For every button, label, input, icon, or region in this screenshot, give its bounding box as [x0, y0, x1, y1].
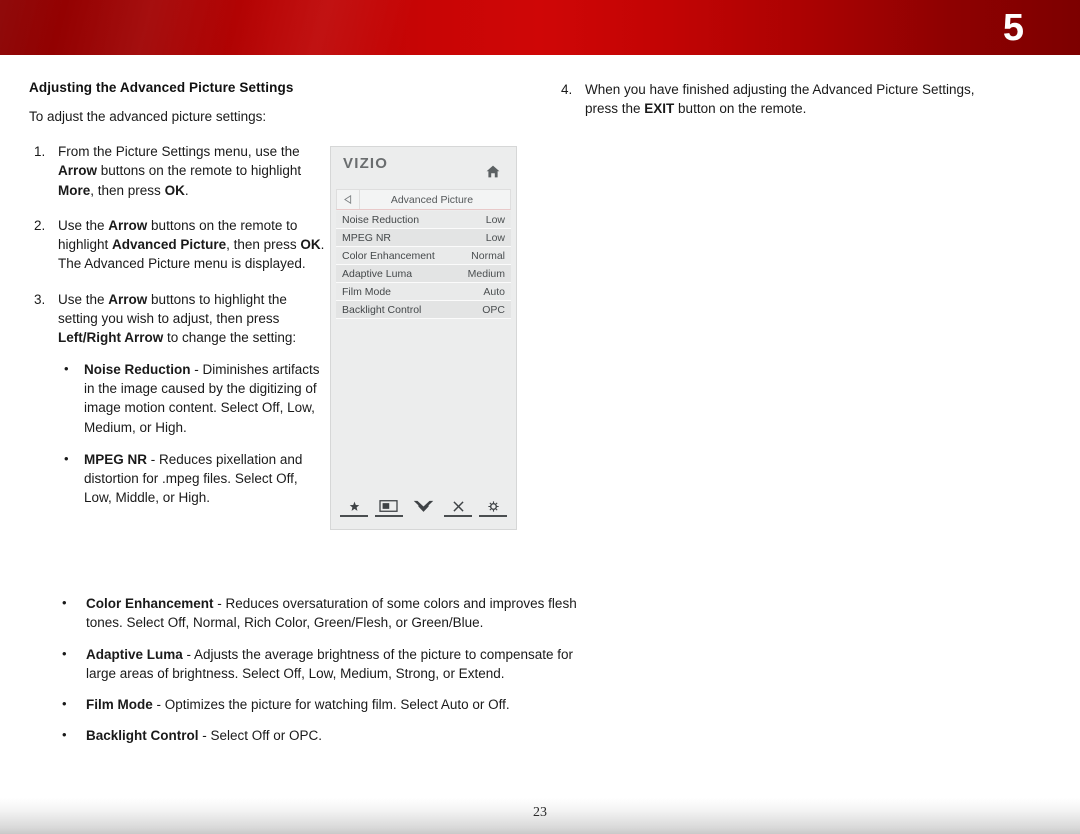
chapter-header-banner: 5 [0, 0, 1080, 55]
step-text: Use the Arrow buttons on the remote to h… [58, 218, 324, 272]
osd-row-label: Adaptive Luma [342, 267, 413, 280]
osd-row-color-enhancement[interactable]: Color Enhancement Normal [336, 247, 511, 265]
body-text: From the Picture Settings menu, use the [58, 144, 300, 159]
emphasis-text: Left/Right Arrow [58, 330, 164, 346]
emphasis-text: More [58, 182, 91, 198]
step-item: 4. When you have finished adjusting the … [556, 80, 1006, 119]
osd-row-film-mode[interactable]: Film Mode Auto [336, 283, 511, 301]
setting-bullet-list-wide: Color Enhancement - Reduces oversaturati… [55, 593, 585, 758]
step-text: From the Picture Settings menu, use the … [58, 144, 301, 198]
body-text: . [184, 182, 189, 198]
double-chevron-down-icon[interactable] [409, 499, 439, 517]
osd-settings-list: Noise Reduction Low MPEG NR Low Color En… [336, 211, 511, 319]
setting-term: Color Enhancement [86, 596, 214, 611]
osd-row-label: Color Enhancement [342, 249, 435, 262]
close-x-icon[interactable] [443, 499, 473, 517]
instruction-steps-right: 4. When you have finished adjusting the … [556, 80, 1006, 119]
emphasis-text: Arrow [108, 217, 148, 233]
body-text: Use the [58, 217, 109, 233]
setting-bullet: Color Enhancement - Reduces oversaturati… [55, 593, 585, 633]
osd-row-label: MPEG NR [342, 231, 392, 244]
osd-row-value: OPC [482, 303, 505, 316]
body-text: Use the [58, 291, 109, 307]
osd-row-value: Auto [483, 285, 505, 298]
setting-term: Film Mode [86, 697, 153, 713]
setting-bullet: Adaptive Luma - Adjusts the average brig… [55, 644, 585, 684]
step-number: 3. [34, 291, 46, 307]
instruction-steps-left: 1. From the Picture Settings menu, use t… [29, 142, 329, 508]
step-text: Use the Arrow buttons to highlight the s… [58, 292, 296, 346]
setting-bullet: Backlight Control - Select Off or OPC. [55, 725, 585, 745]
osd-row-label: Film Mode [342, 285, 392, 298]
gear-icon[interactable] [478, 499, 508, 517]
step-number: 2. [34, 217, 46, 233]
setting-term: Adaptive Luma [86, 646, 183, 662]
osd-row-label: Noise Reduction [342, 213, 420, 226]
step-item: 1. From the Picture Settings menu, use t… [29, 142, 329, 200]
emphasis-text: Advanced Picture [112, 237, 227, 253]
step-item: 3. Use the Arrow buttons to highlight th… [29, 290, 329, 508]
step-text: When you have finished adjusting the Adv… [585, 82, 975, 116]
step-item: 2. Use the Arrow buttons on the remote t… [29, 216, 329, 274]
back-arrow-icon[interactable] [337, 190, 360, 209]
setting-description: - Select Off or OPC. [198, 728, 323, 744]
osd-title: Advanced Picture [390, 193, 474, 206]
emphasis-text: Arrow [108, 291, 148, 307]
vizio-logo: VIZIO [343, 155, 389, 172]
setting-term: MPEG NR [84, 451, 148, 467]
step-number: 4. [561, 82, 573, 97]
body-text: to change the setting: [163, 330, 297, 346]
osd-row-adaptive-luma[interactable]: Adaptive Luma Medium [336, 265, 511, 283]
osd-header: VIZIO [331, 147, 516, 189]
body-text: buttons on the remote to highlight [97, 163, 302, 179]
osd-row-value: Normal [471, 249, 505, 262]
emphasis-text: OK [300, 237, 321, 253]
osd-row-mpeg-nr[interactable]: MPEG NR Low [336, 229, 511, 247]
setting-bullet-list-narrow: Noise Reduction - Diminishes artifacts i… [58, 359, 329, 508]
osd-row-backlight-control[interactable]: Backlight Control OPC [336, 301, 511, 319]
osd-row-value: Medium [467, 267, 505, 280]
step-number: 1. [34, 144, 46, 159]
page-number: 23 [533, 805, 547, 820]
body-text: , then press [226, 237, 301, 253]
setting-description: - Optimizes the picture for watching fil… [152, 697, 510, 713]
left-text-column: Adjusting the Advanced Picture Settings … [29, 80, 329, 524]
home-icon[interactable] [486, 165, 500, 178]
right-text-column: 4. When you have finished adjusting the … [556, 80, 1006, 135]
osd-row-noise-reduction[interactable]: Noise Reduction Low [336, 211, 511, 229]
chapter-number: 5 [1002, 7, 1024, 49]
setting-term: Backlight Control [86, 728, 199, 744]
emphasis-text: OK [164, 182, 185, 198]
emphasis-text: Arrow [58, 163, 98, 179]
star-icon[interactable] [339, 499, 369, 517]
setting-bullet: MPEG NR - Reduces pixellation and distor… [58, 449, 329, 508]
page-title: Adjusting the Advanced Picture Settings [29, 80, 294, 95]
setting-bullet: Film Mode - Optimizes the picture for wa… [55, 694, 585, 714]
tv-osd-menu: VIZIO Advanced Picture Noise Reduction L… [330, 146, 517, 530]
body-text: button on the remote. [674, 101, 807, 117]
body-text: , then press [90, 182, 165, 198]
lead-paragraph: To adjust the advanced picture settings: [29, 109, 267, 124]
osd-title-bar: Advanced Picture [336, 189, 511, 210]
picture-icon[interactable] [374, 499, 404, 517]
osd-row-value: Low [485, 231, 505, 244]
emphasis-text: EXIT [644, 101, 675, 117]
osd-row-label: Backlight Control [342, 303, 422, 316]
setting-term: Noise Reduction [84, 361, 191, 377]
setting-bullet: Noise Reduction - Diminishes artifacts i… [58, 359, 329, 437]
osd-row-value: Low [485, 213, 505, 226]
osd-icon-bar [339, 493, 508, 517]
